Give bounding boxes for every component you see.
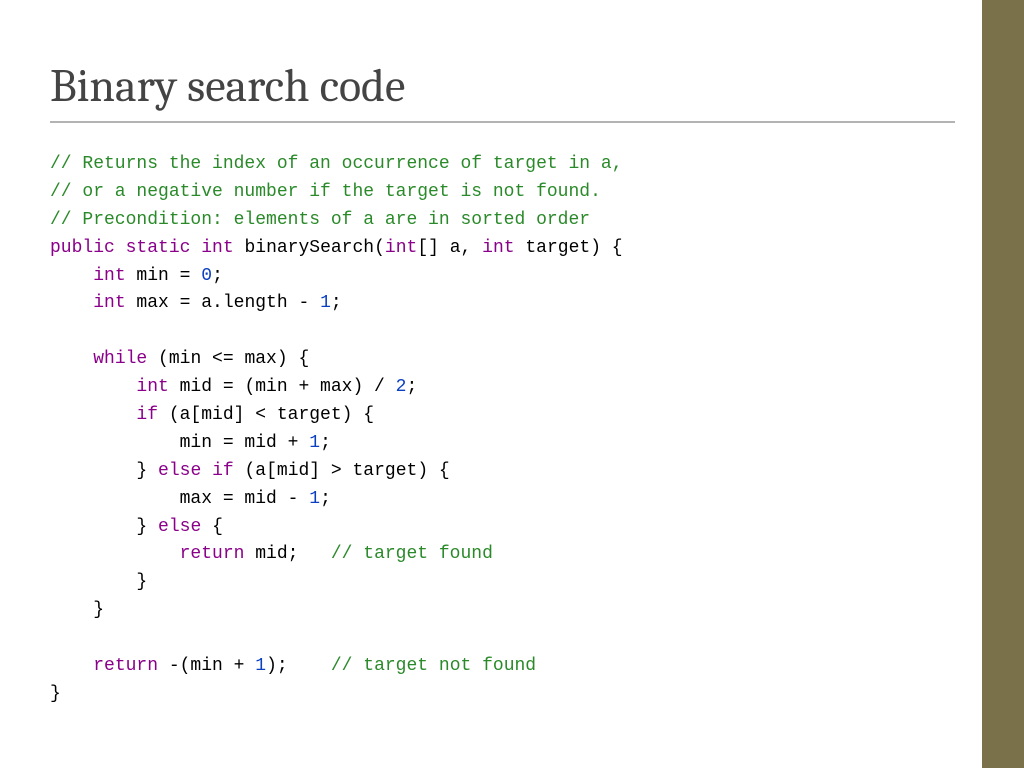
code-comment: // Returns the index of an occurrence of… (50, 154, 623, 174)
decor-gap (972, 0, 982, 768)
code-comment: // target not found (331, 656, 536, 676)
semi: ; (331, 293, 342, 313)
kw-static: static (126, 238, 191, 258)
decor-stripe (982, 0, 1024, 768)
code-comment: // Precondition: elements of a are in so… (50, 210, 590, 230)
num-one: 1 (309, 433, 320, 453)
stmt-min: min = mid + (180, 433, 310, 453)
if-cond: (a[mid] > target) { (234, 461, 450, 481)
code-comment: // or a negative number if the target is… (50, 182, 601, 202)
kw-public: public (50, 238, 115, 258)
kw-int: int (201, 238, 233, 258)
kw-int: int (385, 238, 417, 258)
code-block: // Returns the index of an occurrence of… (50, 151, 954, 709)
kw-int: int (482, 238, 514, 258)
brace: } (136, 517, 147, 537)
num-two: 2 (396, 377, 407, 397)
title-rule (50, 121, 955, 123)
decl-min: min = (126, 266, 202, 286)
kw-int: int (136, 377, 168, 397)
brackets: [] (417, 238, 439, 258)
kw-return: return (93, 656, 158, 676)
kw-return: return (180, 544, 245, 564)
kw-else: else (158, 517, 201, 537)
kw-if: if (212, 461, 234, 481)
semi: ; (406, 377, 417, 397)
num-one: 1 (255, 656, 266, 676)
kw-int: int (93, 293, 125, 313)
if-cond: (a[mid] < target) { (158, 405, 374, 425)
slide-content: Binary search code // Returns the index … (50, 60, 954, 709)
semi: ; (212, 266, 223, 286)
paren-close: ) { (590, 238, 622, 258)
ret-mid: mid; (244, 544, 330, 564)
while-cond: (min <= max) { (147, 349, 309, 369)
num-one: 1 (320, 293, 331, 313)
semi: ; (320, 489, 331, 509)
decl-max: max = a.length - (126, 293, 320, 313)
ret-neg: -(min + (158, 656, 255, 676)
semi: ; (320, 433, 331, 453)
param-a: a (450, 238, 461, 258)
fn-name: binarySearch (244, 238, 374, 258)
ret-tail: ); (266, 656, 331, 676)
comma: , (461, 238, 483, 258)
stmt-max: max = mid - (180, 489, 310, 509)
slide: Binary search code // Returns the index … (0, 0, 1024, 768)
num-zero: 0 (201, 266, 212, 286)
brace: } (136, 461, 147, 481)
kw-else: else (158, 461, 201, 481)
decl-mid: mid = (min + max) / (169, 377, 396, 397)
kw-int: int (93, 266, 125, 286)
brace: } (93, 600, 104, 620)
kw-while: while (93, 349, 147, 369)
param-target: target (525, 238, 590, 258)
else-brace: { (201, 517, 223, 537)
brace: } (50, 684, 61, 704)
paren: ( (374, 238, 385, 258)
kw-if: if (136, 405, 158, 425)
num-one: 1 (309, 489, 320, 509)
slide-title: Binary search code (50, 60, 954, 113)
code-comment: // target found (331, 544, 493, 564)
brace: } (136, 572, 147, 592)
